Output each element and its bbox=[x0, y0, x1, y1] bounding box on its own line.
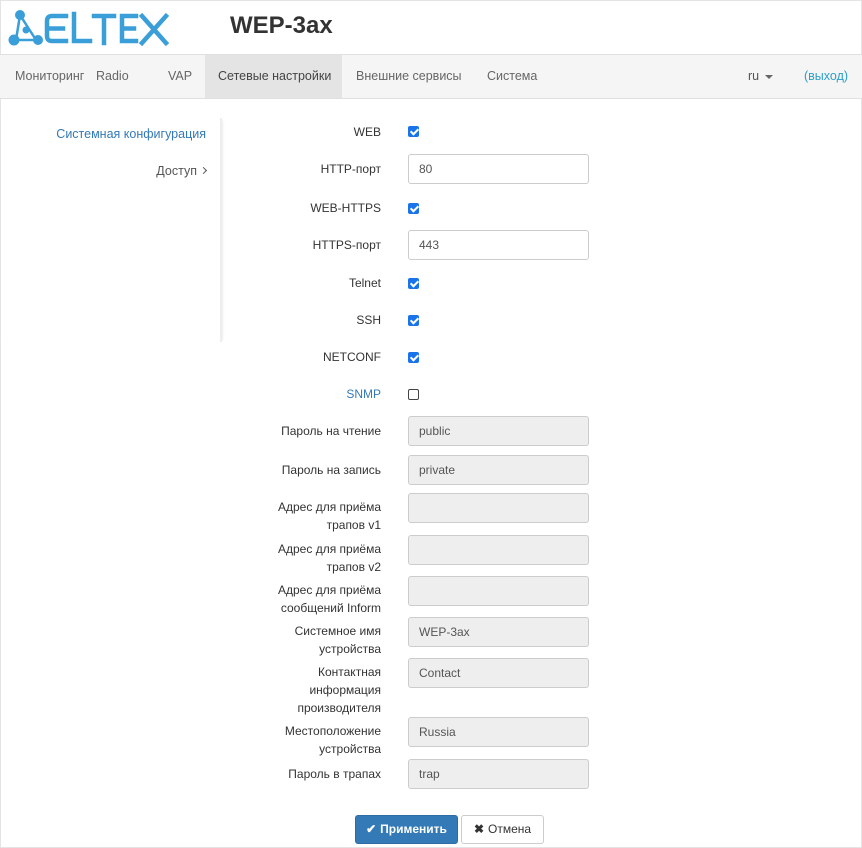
ssh-checkbox[interactable] bbox=[408, 315, 419, 326]
main-navbar: Мониторинг Radio VAP Сетевые настройки В… bbox=[0, 54, 862, 99]
nav-tab-system[interactable]: Система bbox=[474, 55, 550, 98]
contact-label: Контактная информация производителя bbox=[231, 663, 381, 717]
web-https-checkbox[interactable] bbox=[408, 203, 419, 214]
netconf-checkbox[interactable] bbox=[408, 352, 419, 363]
snmp-label[interactable]: SNMP bbox=[231, 385, 381, 403]
inform-label-line1: Адрес для приёма bbox=[278, 583, 381, 597]
logout-link[interactable]: (выход) bbox=[804, 55, 848, 98]
apply-button-label: Применить bbox=[380, 822, 447, 836]
netconf-label: NETCONF bbox=[323, 350, 381, 364]
nav-tab-vap[interactable]: VAP bbox=[155, 55, 205, 98]
nav-tab-external-services[interactable]: Внешние сервисы bbox=[343, 55, 475, 98]
nav-tab-radio[interactable]: Radio bbox=[83, 55, 142, 98]
contact-label-line1: Контактная bbox=[317, 665, 381, 679]
read-password-label: Пароль на чтение bbox=[281, 424, 381, 438]
side-item-access[interactable]: Доступ bbox=[156, 164, 208, 178]
cancel-button[interactable]: ✖ Отмена bbox=[461, 815, 544, 844]
write-password-label: Пароль на запись bbox=[281, 463, 381, 477]
language-label: ru bbox=[748, 69, 760, 83]
location-input[interactable]: Russia bbox=[408, 717, 589, 747]
trap-password-label: Пароль в трапах bbox=[288, 767, 381, 781]
web-label: WEB bbox=[353, 125, 381, 139]
contact-input[interactable]: Contact bbox=[408, 658, 589, 688]
location-label: Местоположение устройства bbox=[231, 722, 381, 758]
https-port-input[interactable]: 443 bbox=[408, 230, 589, 260]
inform-input[interactable] bbox=[408, 576, 589, 606]
cancel-button-label: Отмена bbox=[488, 822, 532, 836]
https-port-label: HTTPS-порт bbox=[312, 238, 381, 252]
inform-label: Адрес для приёма сообщений Inform bbox=[231, 581, 381, 617]
traps-v1-label: Адрес для приёма трапов v1 bbox=[231, 498, 381, 534]
traps-v2-label-line2: трапов v2 bbox=[326, 560, 381, 574]
telnet-checkbox[interactable] bbox=[408, 278, 419, 289]
side-item-access-label: Доступ bbox=[156, 164, 197, 178]
snmp-checkbox[interactable] bbox=[408, 389, 419, 400]
read-password-input[interactable]: public bbox=[408, 416, 589, 446]
chevron-right-icon bbox=[199, 166, 208, 175]
sys-name-input[interactable]: WEP-3ax bbox=[408, 617, 589, 647]
device-title: WEP-3ax bbox=[230, 12, 333, 39]
side-menu: Системная конфигурация Доступ bbox=[0, 118, 222, 342]
sys-name-label-line1: Системное имя bbox=[294, 624, 381, 638]
checkmark-icon: ✔ bbox=[366, 822, 377, 836]
sys-name-label: Системное имя устройства bbox=[231, 622, 381, 658]
traps-v2-label-line1: Адрес для приёма bbox=[278, 542, 381, 556]
location-label-line2: устройства bbox=[319, 742, 381, 756]
http-port-input[interactable]: 80 bbox=[408, 154, 589, 184]
nav-tab-network-settings[interactable]: Сетевые настройки bbox=[205, 55, 342, 98]
close-icon: ✖ bbox=[473, 822, 484, 836]
traps-v1-input[interactable] bbox=[408, 493, 589, 523]
telnet-label: Telnet bbox=[348, 276, 381, 290]
web-checkbox[interactable] bbox=[408, 126, 419, 137]
apply-button[interactable]: ✔ Применить bbox=[355, 815, 458, 844]
caret-down-icon bbox=[765, 74, 774, 79]
traps-v2-label: Адрес для приёма трапов v2 bbox=[231, 540, 381, 576]
sys-name-label-line2: устройства bbox=[319, 642, 381, 656]
inform-label-line2: сообщений Inform bbox=[280, 601, 381, 615]
side-item-system-config[interactable]: Системная конфигурация bbox=[56, 127, 206, 141]
traps-v1-label-line2: трапов v1 bbox=[326, 518, 381, 532]
traps-v2-input[interactable] bbox=[408, 535, 589, 565]
web-https-label: WEB-HTTPS bbox=[310, 201, 381, 215]
contact-label-line3: производителя bbox=[297, 701, 381, 715]
traps-v1-label-line1: Адрес для приёма bbox=[278, 500, 381, 514]
contact-label-line2: информация bbox=[309, 683, 381, 697]
ssh-label: SSH bbox=[356, 313, 381, 327]
trap-password-input[interactable]: trap bbox=[408, 759, 589, 789]
location-label-line1: Местоположение bbox=[284, 724, 381, 738]
eltex-logo bbox=[8, 10, 176, 47]
header: WEP-3ax bbox=[0, 0, 862, 54]
write-password-input[interactable]: private bbox=[408, 455, 589, 485]
http-port-label: HTTP-порт bbox=[320, 162, 381, 176]
language-dropdown[interactable]: ru bbox=[748, 55, 774, 98]
